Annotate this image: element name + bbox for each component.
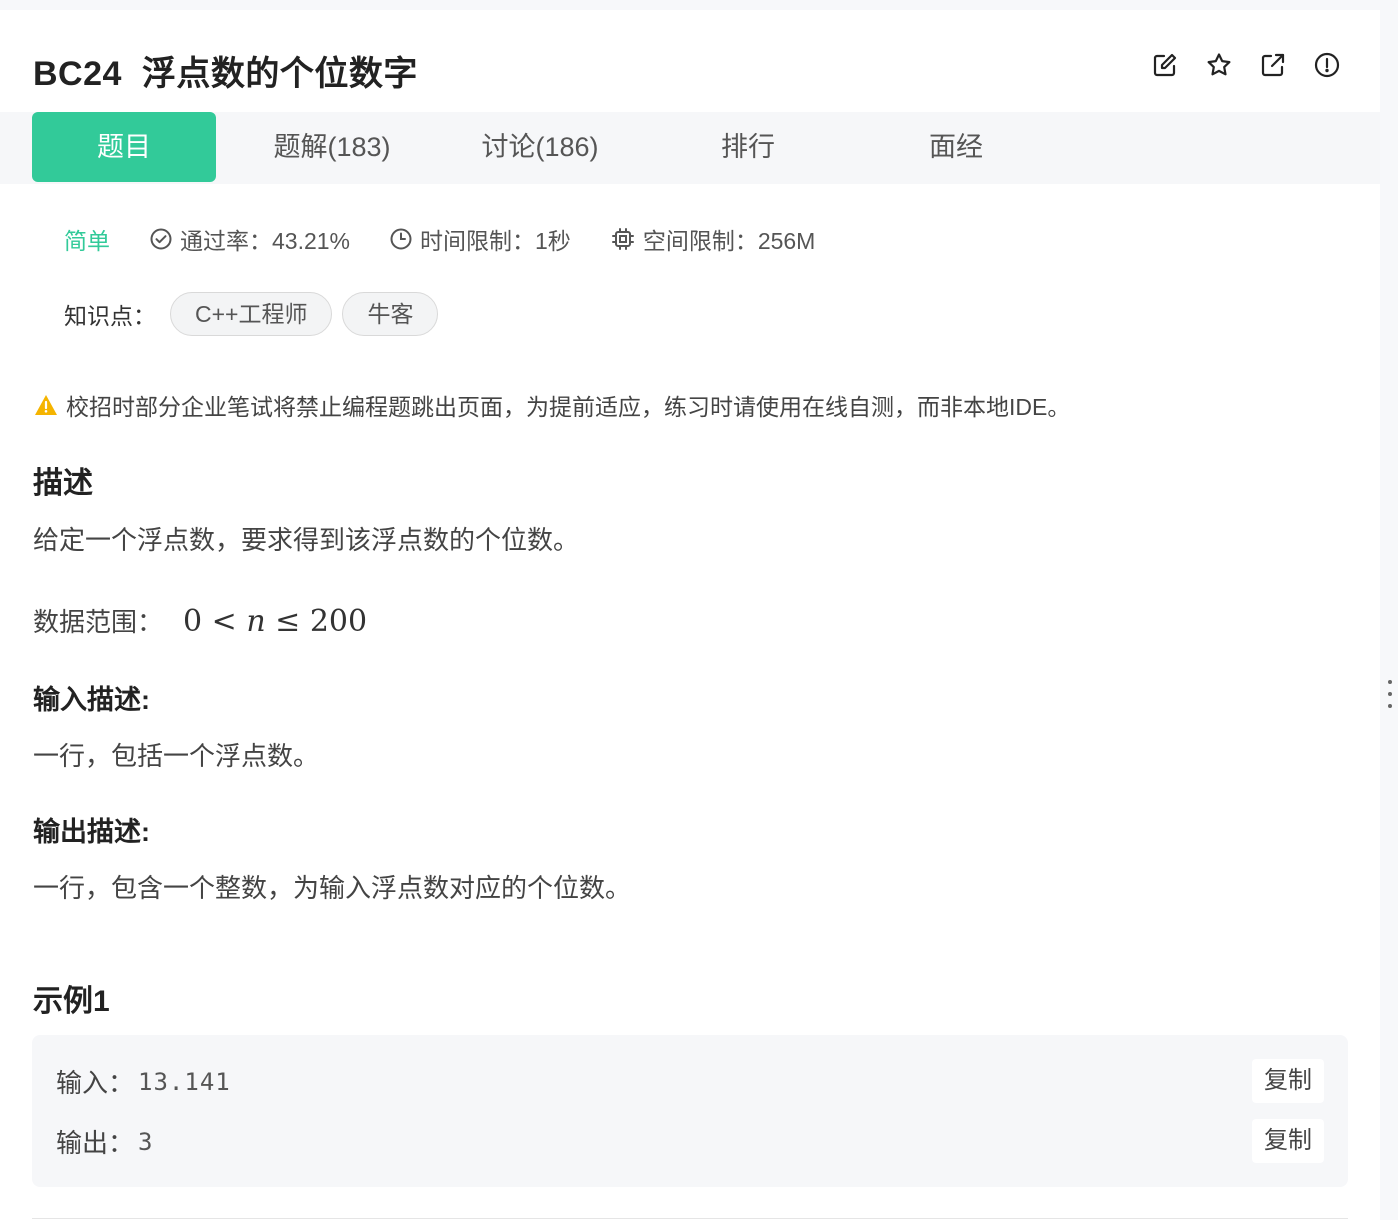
problem-meta: 简单 通过率：43.21% 时间限制：1秒 空间限制：256M — [64, 222, 855, 256]
problem-panel: BC24 浮点数的个位数字 题目 题解(183) 讨论(186) 排行 面经 简… — [0, 10, 1380, 1220]
problem-id: BC24 — [33, 55, 122, 93]
description-text: 给定一个浮点数，要求得到该浮点数的个位数。 — [33, 525, 580, 555]
chip-icon — [611, 228, 634, 250]
warning-notice: 校招时部分企业笔试将禁止编程题跳出页面，为提前适应，练习时请使用在线自测，而非本… — [34, 388, 1070, 422]
clock-icon — [390, 228, 412, 250]
difficulty-badge: 简单 — [64, 228, 110, 254]
pass-rate: 通过率：43.21% — [150, 222, 350, 256]
example-input-label: 输入： — [56, 1068, 135, 1098]
tag-nowcoder[interactable]: 牛客 — [342, 292, 439, 336]
star-icon[interactable] — [1206, 52, 1232, 78]
external-link-icon[interactable] — [1260, 52, 1286, 78]
copy-output-button[interactable]: 复制 — [1252, 1119, 1324, 1163]
check-circle-icon — [150, 228, 172, 250]
range-lhs: 0 < — [183, 604, 247, 639]
example-output-row: 输出： 3 — [56, 1123, 153, 1160]
tab-interview[interactable]: 面经 — [864, 112, 1048, 182]
range-rhs: ≤ 200 — [265, 604, 368, 639]
tag-cpp-engineer[interactable]: C++工程师 — [170, 292, 333, 336]
copy-input-button[interactable]: 复制 — [1252, 1059, 1324, 1103]
example-output-value: 3 — [138, 1127, 154, 1156]
time-limit-text: 时间限制：1秒 — [420, 228, 571, 254]
input-desc-text: 一行，包括一个浮点数。 — [33, 741, 320, 771]
tab-problem[interactable]: 题目 — [32, 112, 216, 182]
warning-icon — [35, 395, 57, 415]
warning-text: 校招时部分企业笔试将禁止编程题跳出页面，为提前适应，练习时请使用在线自测，而非本… — [66, 394, 1071, 420]
example-input-value: 13.141 — [138, 1067, 231, 1096]
input-desc-heading: 输入描述: — [33, 685, 150, 715]
output-desc-heading: 输出描述: — [33, 817, 150, 847]
space-limit-text: 空间限制：256M — [642, 228, 816, 254]
tab-solutions[interactable]: 题解(183) — [240, 112, 424, 182]
header-actions — [1152, 52, 1340, 78]
edit-icon[interactable] — [1152, 52, 1178, 78]
description-heading: 描述 — [33, 467, 93, 500]
example-box: 输入： 13.141 复制 输出： 3 复制 — [32, 1035, 1348, 1187]
output-desc-text: 一行，包含一个整数，为输入浮点数对应的个位数。 — [33, 873, 632, 903]
divider — [32, 1218, 1348, 1219]
pass-rate-text: 通过率：43.21% — [180, 228, 351, 254]
problem-title: 浮点数的个位数字 — [141, 55, 418, 93]
tab-ranking[interactable]: 排行 — [656, 112, 840, 182]
example-input-row: 输入： 13.141 — [56, 1063, 231, 1100]
space-limit: 空间限制：256M — [611, 222, 816, 256]
report-icon[interactable] — [1314, 52, 1340, 78]
resize-handle[interactable] — [1388, 680, 1392, 708]
tab-discussion[interactable]: 讨论(186) — [448, 112, 632, 182]
knowledge-label: 知识点： — [64, 303, 156, 329]
example-output-label: 输出： — [56, 1128, 135, 1158]
problem-header: BC24 浮点数的个位数字 — [0, 10, 1380, 112]
range-formula: 0 < n ≤ 200 — [183, 604, 367, 639]
time-limit: 时间限制：1秒 — [390, 222, 571, 256]
range-label: 数据范围： — [33, 607, 164, 637]
page-title: BC24 浮点数的个位数字 — [33, 46, 418, 95]
data-range: 数据范围： 0 < n ≤ 200 — [33, 602, 367, 639]
range-var: n — [246, 604, 266, 639]
problem-tabs: 题目 题解(183) 讨论(186) 排行 面经 — [0, 112, 1380, 184]
knowledge-points: 知识点： C++工程师 牛客 — [64, 292, 439, 336]
example-heading: 示例1 — [33, 985, 110, 1018]
